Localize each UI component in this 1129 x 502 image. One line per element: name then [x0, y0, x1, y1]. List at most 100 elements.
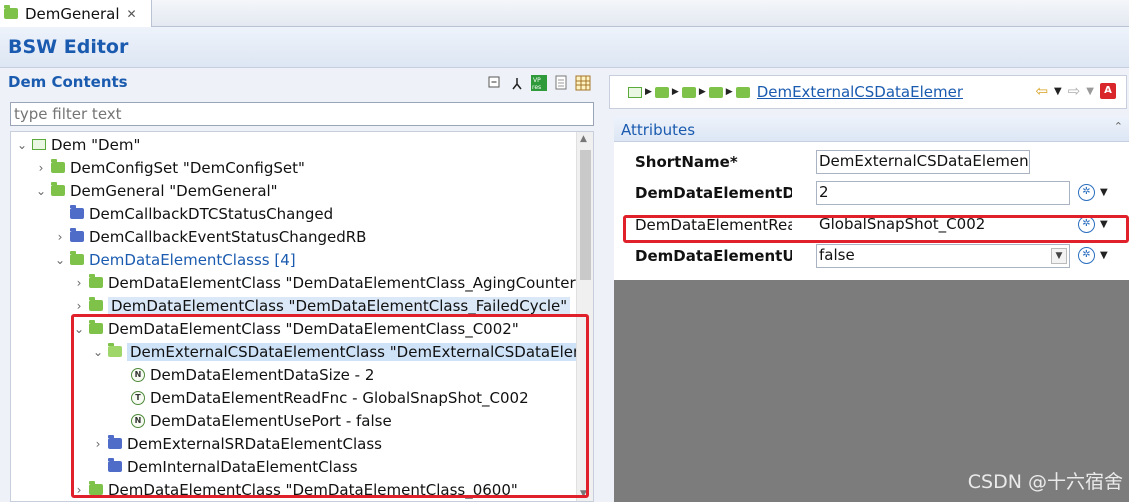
shortname-field[interactable]: DemExternalCSDataElementClass	[816, 150, 1030, 174]
numeric-param-icon: N	[131, 367, 145, 382]
tree-item-internal[interactable]: DemInternalDataElementClass	[11, 455, 577, 478]
attributes-title: Attributes	[621, 121, 696, 139]
tree-item-external-sr[interactable]: › DemExternalSRDataElementClass	[11, 432, 577, 455]
tree-item-label: DemDataElementClass "DemDataElementClass…	[108, 296, 571, 315]
useport-select[interactable]: false ▼	[816, 244, 1070, 268]
folder-icon	[4, 5, 18, 19]
table-icon[interactable]	[575, 75, 591, 91]
attr-label: ShortName*	[635, 153, 738, 171]
scrollbar-thumb[interactable]	[580, 150, 591, 280]
folder-icon	[70, 205, 84, 219]
forward-arrow-icon[interactable]: ⇨	[1068, 82, 1081, 100]
expand-arrow-icon[interactable]: ⌄	[53, 253, 67, 267]
attr-label: DemDataElementDataSize	[635, 184, 792, 202]
tree-item-label: DemDataElementClass "DemDataElementClass…	[108, 480, 518, 499]
tree-item-label: DemDataElementClasss [4]	[89, 250, 296, 269]
module-icon	[32, 139, 46, 150]
chevron-down-icon[interactable]: ▼	[1100, 187, 1108, 198]
tree-item-label: DemDataElementClass "DemDataElementClass…	[108, 319, 519, 338]
collapse-arrow-icon[interactable]: ›	[91, 437, 105, 451]
expand-arrow-icon[interactable]: ⌄	[34, 184, 48, 198]
attributes-header: Attributes ⌃	[614, 116, 1129, 142]
chevron-down-icon[interactable]: ▼	[1086, 86, 1094, 97]
attr-row-readfnc: DemDataElementReadFnc GlobalSnapShot_C00…	[614, 211, 1129, 241]
navigation-tools: ⇦ ▼ ⇨ ▼ A	[1035, 82, 1116, 100]
filter-input[interactable]	[10, 102, 594, 126]
close-icon[interactable]: ✕	[127, 7, 137, 21]
chevron-down-icon[interactable]: ▼	[1051, 248, 1067, 264]
attr-row-datasize: DemDataElementDataSize 2 ✲ ▼	[614, 179, 1129, 209]
tree-item-event-status-changed[interactable]: › DemCallbackEventStatusChangedRB	[11, 225, 577, 248]
folder-icon[interactable]	[708, 86, 723, 98]
svg-text:VP: VP	[533, 77, 541, 84]
tree-scrollbar[interactable]: ▲ ▼	[576, 132, 593, 501]
pdf-icon[interactable]: A	[1100, 83, 1116, 99]
tab-demgeneral[interactable]: DemGeneral ✕	[0, 0, 152, 27]
folder-icon	[89, 274, 103, 288]
tree-item-external-cs[interactable]: ⌄ DemExternalCSDataElementClass "DemExte…	[11, 340, 593, 363]
tree-item-0600[interactable]: › DemDataElementClass "DemDataElementCla…	[11, 478, 577, 501]
chevron-down-icon[interactable]: ▼	[1100, 219, 1108, 230]
vp-res-icon[interactable]: VP res	[531, 75, 547, 91]
attr-tools: ✲ ▼	[1078, 184, 1108, 201]
readfnc-field[interactable]: GlobalSnapShot_C002	[816, 213, 1070, 237]
contents-toolbar: VP res	[487, 75, 591, 91]
expand-arrow-icon[interactable]: ⌄	[15, 138, 29, 152]
tree-item-label: Dem "Dem"	[51, 135, 141, 154]
tree-item-demconfigset[interactable]: › DemConfigSet "DemConfigSet"	[11, 156, 577, 179]
collapse-icon[interactable]: ⌃	[1114, 120, 1123, 133]
tree-item-c002[interactable]: ⌄ DemDataElementClass "DemDataElementCla…	[11, 317, 577, 340]
tree-item-dtc-status-changed[interactable]: DemCallbackDTCStatusChanged	[11, 202, 577, 225]
folder-icon	[108, 435, 122, 449]
breadcrumb: ▶ ▶ ▶ ▶ DemExternalCSDataElementClass ⇦ …	[609, 75, 1127, 109]
folder-icon[interactable]	[654, 86, 669, 98]
config-icon[interactable]: ✲	[1078, 216, 1095, 233]
folder-icon	[89, 297, 103, 311]
document-icon[interactable]	[553, 75, 569, 91]
link-icon[interactable]	[509, 75, 525, 91]
folder-icon	[89, 481, 103, 495]
contents-title: Dem Contents	[8, 73, 128, 91]
breadcrumb-link[interactable]: DemExternalCSDataElementClass	[757, 83, 963, 101]
tree-item-datasize[interactable]: N DemDataElementDataSize - 2	[11, 363, 577, 386]
config-icon[interactable]: ✲	[1078, 184, 1095, 201]
collapse-arrow-icon[interactable]: ›	[72, 299, 86, 313]
properties-panel: ▶ ▶ ▶ ▶ DemExternalCSDataElementClass ⇦ …	[606, 68, 1129, 502]
collapse-arrow-icon[interactable]: ›	[53, 230, 67, 244]
tree-item-failed-cycle[interactable]: › DemDataElementClass "DemDataElementCla…	[11, 294, 577, 317]
config-icon[interactable]: ✲	[1078, 247, 1095, 264]
folder-icon[interactable]	[735, 86, 750, 98]
collapse-arrow-icon[interactable]: ›	[72, 276, 86, 290]
module-icon[interactable]	[628, 86, 642, 98]
scroll-down-icon[interactable]: ▼	[580, 489, 587, 499]
collapse-arrow-icon[interactable]: ›	[72, 483, 86, 497]
scroll-up-icon[interactable]: ▲	[580, 134, 587, 144]
folder-icon	[108, 458, 122, 472]
collapse-all-icon[interactable]	[487, 75, 503, 91]
tree-item-label: DemCallbackDTCStatusChanged	[89, 204, 334, 223]
back-arrow-icon[interactable]: ⇦	[1035, 82, 1048, 100]
editor-tab-bar: DemGeneral ✕	[0, 0, 1129, 27]
attr-tools: ✲ ▼	[1078, 247, 1108, 264]
chevron-down-icon[interactable]: ▼	[1054, 86, 1062, 97]
contents-panel: Dem Contents VPres ⌄ Dem "Dem" › DemConf…	[0, 68, 600, 502]
tree-item-dataelementclasss[interactable]: ⌄ DemDataElementClasss [4]	[11, 248, 577, 271]
tree-item-label: DemConfigSet "DemConfigSet"	[70, 158, 305, 177]
attr-row-shortname: ShortName* DemExternalCSDataElementClass	[614, 148, 1129, 178]
tree-item-useport[interactable]: N DemDataElementUsePort - false	[11, 409, 577, 432]
editor-title: BSW Editor	[8, 36, 129, 58]
tree-item-dem[interactable]: ⌄ Dem "Dem"	[11, 133, 577, 156]
collapse-arrow-icon[interactable]: ›	[34, 161, 48, 175]
tree-item-readfnc[interactable]: T DemDataElementReadFnc - GlobalSnapShot…	[11, 386, 577, 409]
numeric-param-icon: N	[131, 413, 145, 428]
datasize-field[interactable]: 2	[816, 181, 1070, 205]
tree-item-aging-counter[interactable]: › DemDataElementClass "DemDataElementCla…	[11, 271, 583, 294]
expand-arrow-icon[interactable]: ⌄	[72, 322, 86, 336]
tree-item-demgeneral[interactable]: ⌄ DemGeneral "DemGeneral"	[11, 179, 577, 202]
attr-label: DemDataElementReadFnc	[635, 216, 792, 234]
folder-icon[interactable]	[681, 86, 696, 98]
attr-tools: ✲ ▼	[1078, 216, 1108, 233]
attr-label: DemDataElementUsePort	[635, 247, 792, 265]
expand-arrow-icon[interactable]: ⌄	[91, 345, 105, 359]
chevron-down-icon[interactable]: ▼	[1100, 250, 1108, 261]
